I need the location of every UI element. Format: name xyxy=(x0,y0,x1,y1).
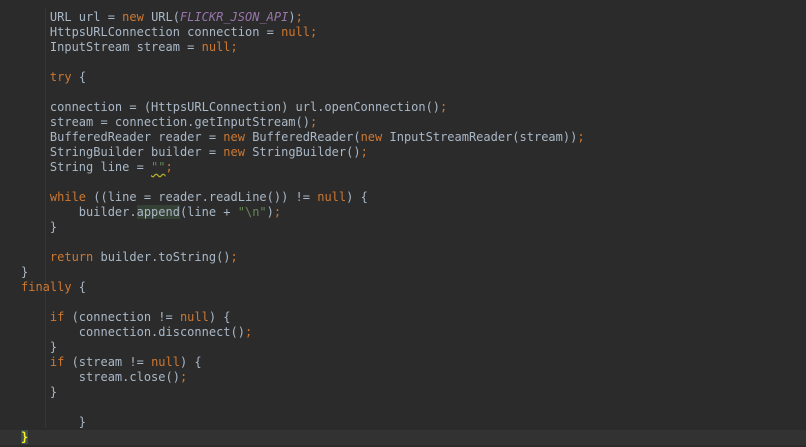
code-token: (line + xyxy=(179,205,238,219)
matching-brace: } xyxy=(21,430,29,444)
code-editor[interactable]: URL url = new URL(FLICKR_JSON_API); Http… xyxy=(0,0,806,447)
code-token: BufferedReader reader = xyxy=(21,130,224,144)
code-token: stream = connection.getInputStream() xyxy=(21,115,310,129)
keyword-token: if xyxy=(49,310,65,324)
keyword-token: try xyxy=(49,70,72,84)
keyword-token: ; xyxy=(273,205,282,219)
keyword-token: null xyxy=(151,355,180,369)
keyword-token: ; xyxy=(309,115,318,129)
code-token: URL( xyxy=(143,10,180,24)
keyword-token: null xyxy=(201,40,231,54)
code-token: } xyxy=(21,220,58,234)
code-token: } xyxy=(21,385,58,399)
usage-highlight: append xyxy=(136,205,180,219)
keyword-token: finally xyxy=(21,280,72,294)
code-line[interactable]: } xyxy=(0,385,806,400)
code-line[interactable]: connection.disconnect(); xyxy=(0,325,806,340)
keyword-token: ; xyxy=(244,325,253,339)
code-line[interactable] xyxy=(0,295,806,310)
current-code-line[interactable]: } xyxy=(0,430,806,445)
keyword-token: ; xyxy=(179,370,188,384)
keyword-token: return xyxy=(49,250,94,264)
code-line[interactable]: HttpsURLConnection connection = null; xyxy=(0,25,806,40)
code-token: ) { xyxy=(346,190,368,204)
keyword-token: ; xyxy=(360,145,368,159)
code-token: ((line = reader.readLine()) != xyxy=(86,190,318,204)
code-token: ) { xyxy=(208,310,231,324)
code-line[interactable]: connection = (HttpsURLConnection) url.op… xyxy=(0,100,806,115)
keyword-token: ; xyxy=(230,250,238,264)
code-token: ) xyxy=(266,205,274,219)
code-line[interactable]: builder.append(line + "\n"); xyxy=(0,205,806,220)
code-token: } xyxy=(21,340,58,354)
code-token: StringBuilder builder = xyxy=(21,145,224,159)
code-token: (connection != xyxy=(64,310,180,324)
keyword-token: null xyxy=(317,190,347,204)
string-literal: "\n" xyxy=(237,205,267,219)
code-token: } xyxy=(21,415,87,429)
code-line[interactable] xyxy=(0,55,806,70)
code-token: InputStream stream = xyxy=(21,40,202,54)
code-line[interactable]: String line = ""; xyxy=(0,160,806,175)
code-token: ) { xyxy=(179,355,202,369)
code-token: stream.close() xyxy=(21,370,180,384)
code-token: builder.toString() xyxy=(93,250,231,264)
keyword-token: null xyxy=(281,25,310,39)
code-token: { xyxy=(71,70,87,84)
code-line[interactable]: stream.close(); xyxy=(0,370,806,385)
keyword-token: ; xyxy=(577,130,585,144)
keyword-token: ; xyxy=(310,25,318,39)
code-token: BufferedReader( xyxy=(244,130,361,144)
code-line[interactable]: try { xyxy=(0,70,806,85)
code-line[interactable]: BufferedReader reader = new BufferedRead… xyxy=(0,130,806,145)
keyword-token: new xyxy=(223,130,245,144)
code-token: String line = xyxy=(21,160,152,174)
keyword-token: null xyxy=(179,310,209,324)
code-token: HttpsURLConnection connection = xyxy=(21,25,282,39)
code-token: InputStreamReader(stream)) xyxy=(382,130,578,144)
keyword-token: new xyxy=(223,145,245,159)
code-line[interactable]: } xyxy=(0,220,806,235)
code-token: URL url = xyxy=(21,10,123,24)
string-literal-warning: "" xyxy=(151,160,166,174)
code-line[interactable]: if (stream != null) { xyxy=(0,355,806,370)
code-line[interactable]: } xyxy=(0,340,806,355)
code-line[interactable]: return builder.toString(); xyxy=(0,250,806,265)
keyword-token: new xyxy=(360,130,383,144)
code-token: connection = (HttpsURLConnection) url.op… xyxy=(21,100,441,114)
code-line[interactable]: stream = connection.getInputStream(); xyxy=(0,115,806,130)
code-line[interactable]: while ((line = reader.readLine()) != nul… xyxy=(0,190,806,205)
code-line[interactable] xyxy=(0,175,806,190)
keyword-token: ; xyxy=(230,40,238,54)
code-token: (stream != xyxy=(64,355,152,369)
code-line[interactable] xyxy=(0,85,806,100)
code-line[interactable]: InputStream stream = null; xyxy=(0,40,806,55)
keyword-token: if xyxy=(49,355,65,369)
code-line[interactable]: URL url = new URL(FLICKR_JSON_API); xyxy=(0,10,806,25)
code-token: } xyxy=(21,265,29,279)
code-line[interactable] xyxy=(0,235,806,250)
code-line[interactable]: } xyxy=(0,415,806,430)
code-token: connection.disconnect() xyxy=(21,325,245,339)
code-token: builder. xyxy=(21,205,137,219)
code-line[interactable] xyxy=(0,400,806,415)
code-token: StringBuilder() xyxy=(244,145,361,159)
code-line[interactable]: finally { xyxy=(0,280,806,295)
code-line[interactable]: StringBuilder builder = new StringBuilde… xyxy=(0,145,806,160)
keyword-token: ; xyxy=(295,10,303,24)
code-line[interactable]: } xyxy=(0,265,806,280)
code-token: ) xyxy=(288,10,296,24)
keyword-token: new xyxy=(122,10,144,24)
keyword-token: while xyxy=(49,190,87,204)
keyword-token: ; xyxy=(165,160,173,174)
code-line[interactable]: if (connection != null) { xyxy=(0,310,806,325)
constant-token: FLICKR_JSON_API xyxy=(179,10,289,24)
code-token: { xyxy=(71,280,87,294)
keyword-token: ; xyxy=(440,100,448,114)
